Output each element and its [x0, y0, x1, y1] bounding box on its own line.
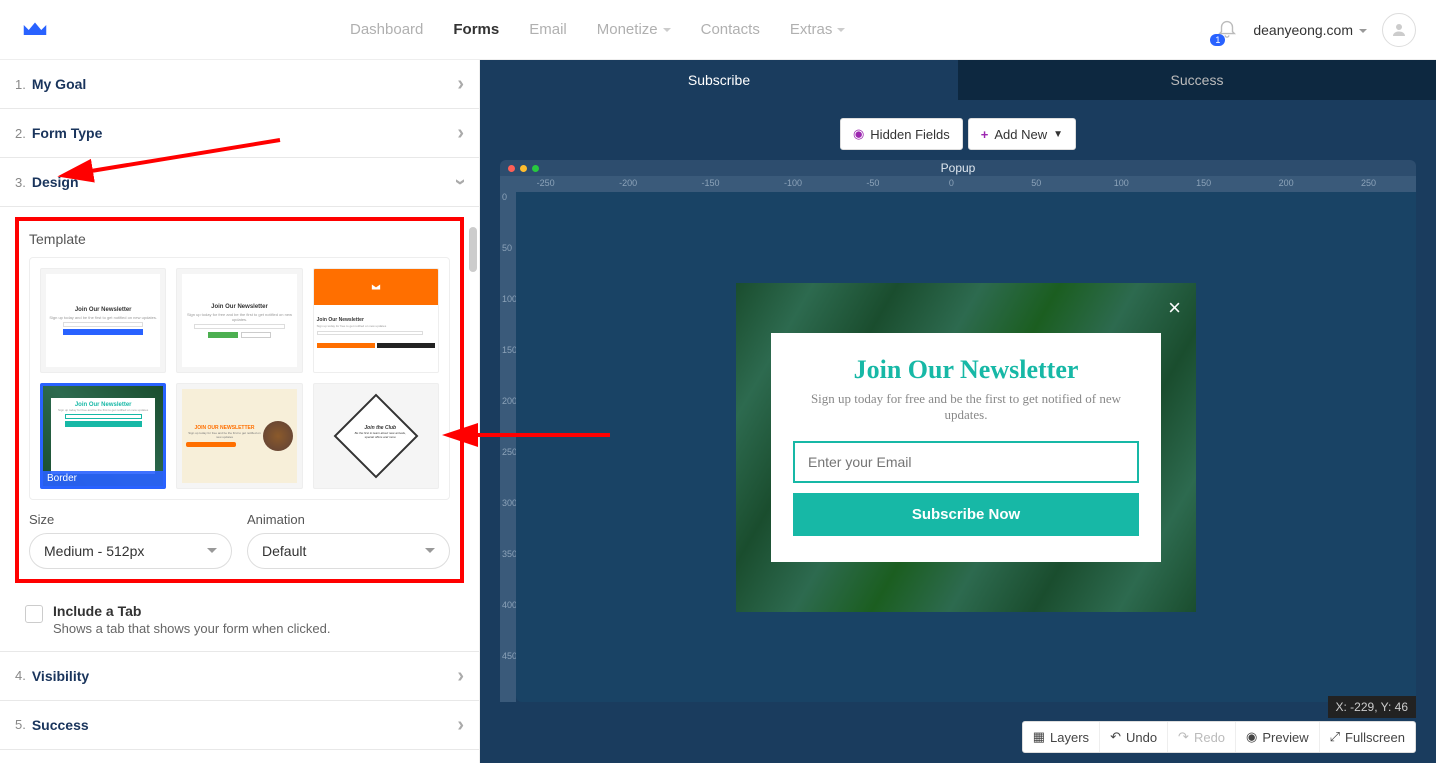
step-label: Success [32, 717, 89, 733]
scrollbar[interactable] [469, 227, 477, 272]
template-option-4-selected[interactable]: Join Our Newsletter Sign up today for fr… [40, 383, 166, 488]
template-option-6[interactable]: Join the ClubBe the first to learn about… [313, 383, 439, 488]
ruler-vertical: 0 50 100 150 200 250 300 350 400 450 [500, 192, 516, 702]
logo-icon[interactable] [20, 15, 50, 45]
email-input[interactable] [793, 441, 1139, 483]
settings-sidebar: 1. My Goal › 2. Form Type › 3. Design › … [0, 60, 480, 763]
main-nav: Dashboard Forms Email Monetize Contacts … [350, 21, 1216, 38]
size-dropdown[interactable]: Medium - 512px [29, 533, 232, 569]
step-form-type[interactable]: 2. Form Type › [0, 109, 479, 158]
popup-subtitle[interactable]: Sign up today for free and be the first … [793, 391, 1139, 423]
notifications-icon[interactable]: 1 [1216, 17, 1238, 42]
chevron-right-icon: › [457, 715, 464, 735]
step-connect-email[interactable]: 6. Connect to Email Service › [0, 750, 479, 763]
avatar-icon[interactable] [1382, 13, 1416, 47]
design-panel: Template Join Our NewsletterSign up toda… [0, 207, 479, 593]
template-name-label: Border [43, 471, 163, 486]
nav-forms[interactable]: Forms [453, 21, 499, 38]
add-new-button[interactable]: + Add New ▼ [968, 118, 1076, 150]
eye-icon: ◉ [853, 126, 864, 142]
size-label: Size [29, 512, 232, 527]
canvas-area: 0 50 100 150 200 250 300 350 400 450 × J… [500, 192, 1416, 702]
traffic-light-red-icon [508, 165, 515, 172]
notification-badge: 1 [1210, 34, 1225, 46]
popup-preview[interactable]: × Join Our Newsletter Sign up today for … [736, 283, 1196, 612]
browser-chrome: Popup [500, 160, 1416, 176]
animation-dropdown[interactable]: Default [247, 533, 450, 569]
template-grid: Join Our NewsletterSign up today and be … [29, 257, 450, 500]
design-options-row: Size Medium - 512px Animation Default [29, 512, 450, 569]
step-label: Visibility [32, 668, 89, 684]
popup-content: Join Our Newsletter Sign up today for fr… [771, 333, 1161, 562]
include-tab-label: Include a Tab [53, 603, 141, 619]
chevron-down-icon: › [451, 179, 471, 186]
chevron-right-icon: › [457, 123, 464, 143]
traffic-light-green-icon [532, 165, 539, 172]
layers-button[interactable]: ▦Layers [1023, 722, 1100, 752]
canvas-wrap: Popup -250 -200 -150 -100 -50 0 50 100 1… [480, 160, 1436, 763]
nav-extras[interactable]: Extras [790, 21, 846, 38]
step-label: My Goal [32, 76, 86, 92]
traffic-light-yellow-icon [520, 165, 527, 172]
step-label: Form Type [32, 125, 103, 141]
step-success[interactable]: 5. Success › [0, 701, 479, 750]
header-right: 1 deanyeong.com [1216, 13, 1416, 47]
nav-email[interactable]: Email [529, 21, 567, 38]
step-design[interactable]: 3. Design › [0, 158, 479, 207]
fullscreen-icon: ⤢ [1330, 729, 1340, 745]
template-option-2[interactable]: Join Our NewsletterSign up today for fre… [176, 268, 302, 373]
coordinates-display: X: -229, Y: 46 [1328, 696, 1417, 718]
subscribe-button[interactable]: Subscribe Now [793, 493, 1139, 536]
step-visibility[interactable]: 4. Visibility › [0, 651, 479, 701]
tab-subscribe[interactable]: Subscribe [480, 60, 958, 100]
animation-label: Animation [247, 512, 450, 527]
tab-success[interactable]: Success [958, 60, 1436, 100]
preview-button[interactable]: ◉Preview [1236, 722, 1320, 752]
template-section-label: Template [29, 231, 450, 247]
nav-dashboard[interactable]: Dashboard [350, 21, 423, 38]
template-option-5[interactable]: JOIN OUR NEWSLETTERSign up today for fre… [176, 383, 302, 488]
plus-icon: + [981, 127, 989, 142]
hidden-fields-button[interactable]: ◉ Hidden Fields [840, 118, 963, 150]
step-my-goal[interactable]: 1. My Goal › [0, 60, 479, 109]
preview-toolbar: ◉ Hidden Fields + Add New ▼ [480, 100, 1436, 160]
close-icon[interactable]: × [1168, 295, 1181, 321]
undo-button[interactable]: ↶Undo [1100, 722, 1168, 752]
eye-icon: ◉ [1246, 729, 1257, 745]
template-option-1[interactable]: Join Our NewsletterSign up today and be … [40, 268, 166, 373]
layers-icon: ▦ [1033, 729, 1045, 745]
redo-icon: ↷ [1178, 729, 1189, 745]
nav-contacts[interactable]: Contacts [701, 21, 760, 38]
caret-down-icon: ▼ [1053, 129, 1063, 140]
ruler-horizontal: -250 -200 -150 -100 -50 0 50 100 150 200… [500, 176, 1416, 192]
include-tab-checkbox[interactable] [25, 605, 43, 623]
nav-monetize[interactable]: Monetize [597, 21, 671, 38]
template-option-3[interactable]: Join Our NewsletterSign up today for fre… [313, 268, 439, 373]
canvas[interactable]: × Join Our Newsletter Sign up today for … [516, 192, 1416, 702]
chrome-title: Popup [941, 161, 976, 175]
redo-button[interactable]: ↷Redo [1168, 722, 1236, 752]
undo-icon: ↶ [1110, 729, 1121, 745]
fullscreen-button[interactable]: ⤢Fullscreen [1320, 722, 1415, 752]
bottom-toolbar: ▦Layers ↶Undo ↷Redo ◉Preview ⤢Fullscreen [1022, 721, 1416, 753]
step-label: Design [32, 174, 79, 190]
include-tab-row: Include a Tab Shows a tab that shows you… [0, 593, 479, 651]
chevron-right-icon: › [457, 74, 464, 94]
top-header: Dashboard Forms Email Monetize Contacts … [0, 0, 1436, 60]
chevron-right-icon: › [457, 666, 464, 686]
preview-tabs: Subscribe Success [480, 60, 1436, 100]
preview-pane: Subscribe Success ◉ Hidden Fields + Add … [480, 60, 1436, 763]
domain-dropdown[interactable]: deanyeong.com [1253, 22, 1367, 38]
highlight-annotation: Template Join Our NewsletterSign up toda… [15, 217, 464, 583]
include-tab-desc: Shows a tab that shows your form when cl… [53, 621, 330, 636]
popup-title[interactable]: Join Our Newsletter [793, 355, 1139, 385]
